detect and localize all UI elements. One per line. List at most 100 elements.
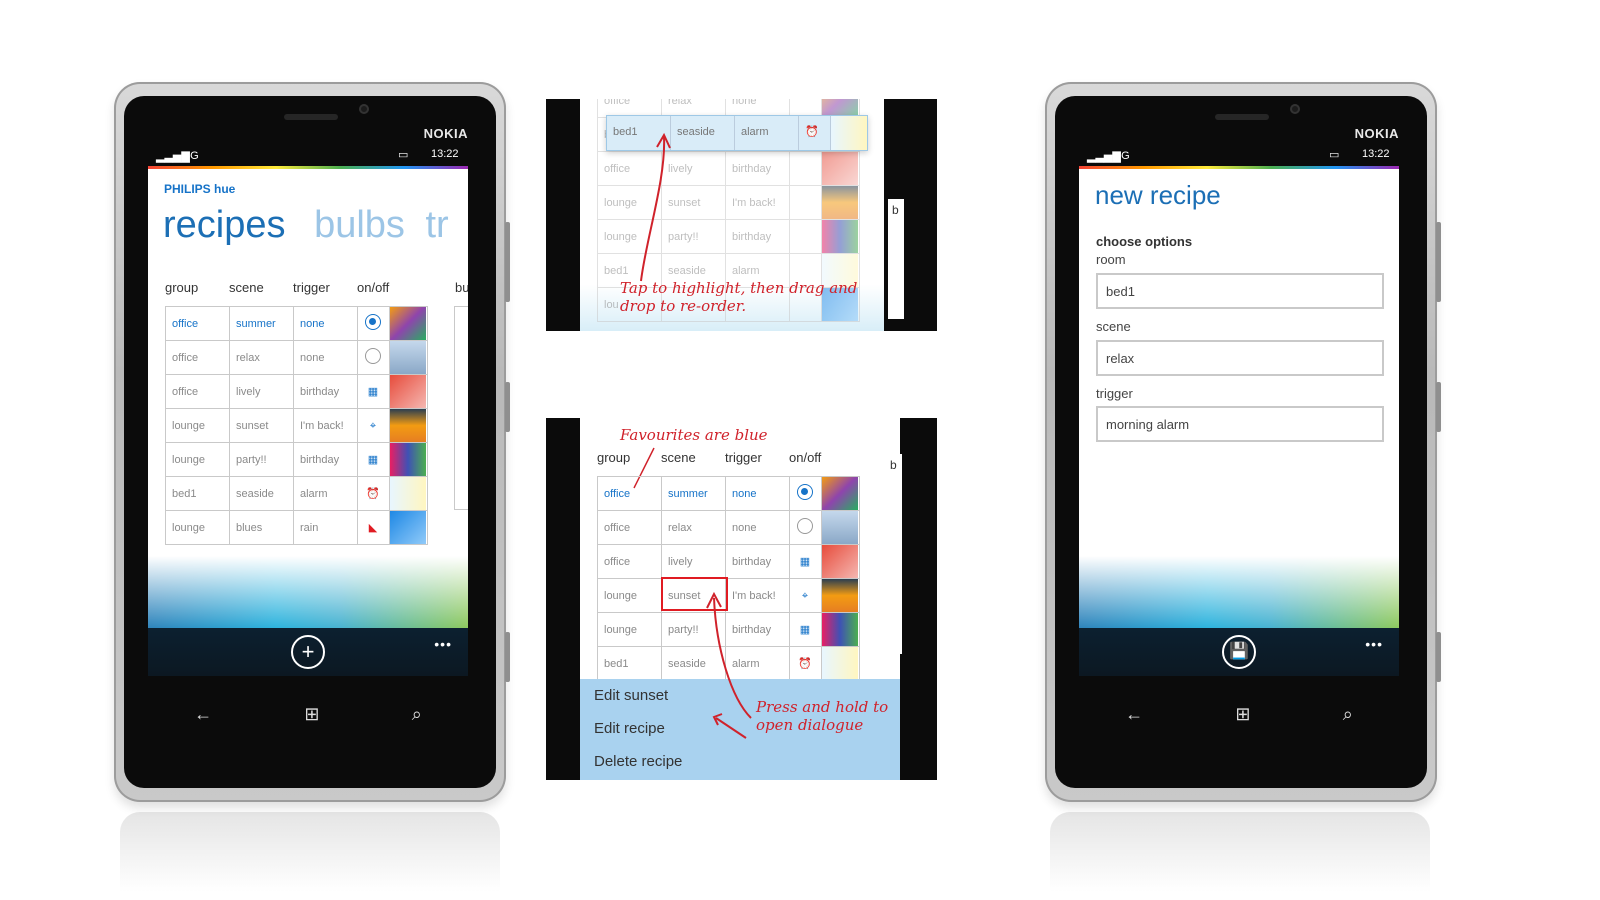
cell-group: lounge (165, 510, 230, 545)
col-trigger: trigger (293, 280, 330, 295)
cell-group: bed1 (165, 476, 230, 511)
windows-icon[interactable]: ⊞ (1235, 704, 1250, 725)
scene-thumbnail (389, 340, 428, 375)
table-row[interactable]: office relax none (165, 340, 428, 375)
radio-off-icon[interactable] (357, 340, 390, 375)
volume-key (505, 222, 510, 302)
section-title: choose options (1096, 234, 1193, 249)
pivot-bulbs[interactable]: bulbs (314, 204, 405, 246)
brand-logo: NOKIA (1354, 126, 1399, 141)
left-phone: NOKIA PHILIPS hue recipes bulbs tr group… (114, 82, 510, 802)
windows-icon[interactable]: ⊞ (304, 704, 319, 725)
cell-group: office (165, 374, 230, 409)
app-bar: 💾 ••• (1079, 628, 1399, 676)
cell-trigger: rain (293, 510, 358, 545)
nav-bar: ← ⊞ ⌕ (148, 694, 468, 734)
scene-thumbnail (389, 476, 428, 511)
scene-thumbnail (389, 408, 428, 443)
right-reflection (1050, 812, 1430, 892)
room-field[interactable]: bed1 (1096, 273, 1384, 309)
bulbs-peek (454, 306, 468, 510)
camera-key (505, 632, 510, 682)
col-group: group (165, 280, 199, 295)
power-key (505, 382, 510, 432)
battery-icon: ▭ (398, 149, 409, 161)
cell-trigger: birthday (293, 374, 358, 409)
right-screen: new recipe choose options room bed1 scen… (1079, 166, 1399, 676)
more-icon[interactable]: ••• (434, 636, 452, 652)
camera-key (1436, 632, 1441, 682)
scene-label: scene (1096, 319, 1131, 334)
speaker (284, 114, 338, 120)
table-row[interactable]: office lively birthday ▦ (165, 374, 428, 409)
search-icon[interactable]: ⌕ (412, 704, 422, 725)
volume-key (1436, 222, 1441, 302)
scene-field[interactable]: relax (1096, 340, 1384, 376)
table-row[interactable]: bed1 seaside alarm ⏰ (165, 476, 428, 511)
cell-scene: lively (229, 374, 294, 409)
search-icon[interactable]: ⌕ (1343, 704, 1353, 725)
cell-trigger: alarm (293, 476, 358, 511)
col-peek: bu (455, 280, 468, 295)
drag-note: Tap to highlight, then drag and drop to … (620, 279, 858, 315)
scene-thumbnail (389, 306, 428, 341)
network-type: 4G (1115, 150, 1130, 162)
cell-trigger: birthday (293, 442, 358, 477)
cell-scene: party!! (229, 442, 294, 477)
table-row[interactable]: lounge party!! birthday ▦ (165, 442, 428, 477)
scene-thumbnail (389, 442, 428, 477)
cell-group: office (165, 306, 230, 341)
nav-bar: ← ⊞ ⌕ (1079, 694, 1399, 734)
pivot-recipes[interactable]: recipes (163, 204, 286, 246)
right-phone: NOKIA new recipe choose options room bed… (1045, 82, 1441, 802)
table-row[interactable]: office summer none (165, 306, 428, 341)
alarm-clock-icon[interactable]: ⏰ (357, 476, 390, 511)
recipe-table: office summer none office relax none office liv… (165, 306, 428, 545)
left-screen: PHILIPS hue recipes bulbs tr group scene… (148, 166, 468, 676)
pivot-next[interactable]: tr (425, 204, 448, 246)
cell-scene: sunset (229, 408, 294, 443)
room-label: room (1096, 252, 1126, 267)
power-key (1436, 382, 1441, 432)
calendar-icon[interactable]: ▦ (357, 374, 390, 409)
add-icon[interactable]: + (291, 635, 325, 669)
accent-strip (1079, 166, 1399, 169)
status-bar: ▂▃▅▇ 4G ▭ 13:22 (148, 144, 468, 166)
scene-thumbnail (389, 374, 428, 409)
cell-group: lounge (165, 442, 230, 477)
app-name: PHILIPS hue (164, 182, 236, 196)
network-type: 4G (184, 150, 199, 162)
col-onoff: on/off (357, 280, 390, 295)
battery-icon: ▭ (1329, 149, 1340, 161)
speaker (1215, 114, 1269, 120)
radio-on-icon[interactable] (357, 306, 390, 341)
brand-logo: NOKIA (423, 126, 468, 141)
weather-icon[interactable]: ◣ (357, 510, 390, 545)
status-bar: ▂▃▅▇ 4G ▭ 13:22 (1079, 144, 1399, 166)
drag-reorder-crop: b officerelaxnonebed1seasidealarmofficel… (546, 99, 937, 331)
cell-trigger: none (293, 306, 358, 341)
back-icon[interactable]: ← (1125, 704, 1143, 725)
trigger-field[interactable]: morning alarm (1096, 406, 1384, 442)
save-icon[interactable]: 💾 (1222, 635, 1256, 669)
table-row[interactable]: lounge blues rain ◣ (165, 510, 428, 545)
cell-group: office (165, 340, 230, 375)
app-bar: + ••• (148, 628, 468, 676)
clock: 13:22 (1362, 148, 1390, 160)
page-title: new recipe (1095, 180, 1221, 210)
press-hold-crop: b Favourites are blue group scene trigge… (546, 418, 937, 780)
trigger-label: trigger (1096, 386, 1133, 401)
table-row[interactable]: lounge sunset I'm back! ⌖ (165, 408, 428, 443)
more-icon[interactable]: ••• (1365, 636, 1383, 652)
calendar-icon[interactable]: ▦ (357, 442, 390, 477)
location-pin-icon[interactable]: ⌖ (357, 408, 390, 443)
cell-scene: blues (229, 510, 294, 545)
camera-icon (359, 104, 369, 114)
accent-strip (148, 166, 468, 169)
scene-thumbnail (389, 510, 428, 545)
cell-trigger: none (293, 340, 358, 375)
back-icon[interactable]: ← (194, 704, 212, 725)
clock: 13:22 (431, 148, 459, 160)
camera-icon (1290, 104, 1300, 114)
pivot-header: recipes bulbs tr (163, 204, 449, 247)
